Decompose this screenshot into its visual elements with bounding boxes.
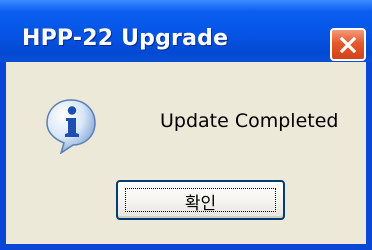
information-icon [46,99,96,154]
dialog-window: HPP-22 Upgrade Update Completed 확인 [0,0,372,250]
close-icon [339,36,357,54]
ok-button-label: 확인 [184,194,217,214]
window-title: HPP-22 Upgrade [22,26,229,51]
close-button[interactable] [330,28,366,61]
title-bar[interactable]: HPP-22 Upgrade [0,0,372,62]
dialog-message: Update Completed [160,110,339,132]
dialog-body: Update Completed 확인 [6,62,366,244]
ok-button[interactable]: 확인 [116,180,285,220]
